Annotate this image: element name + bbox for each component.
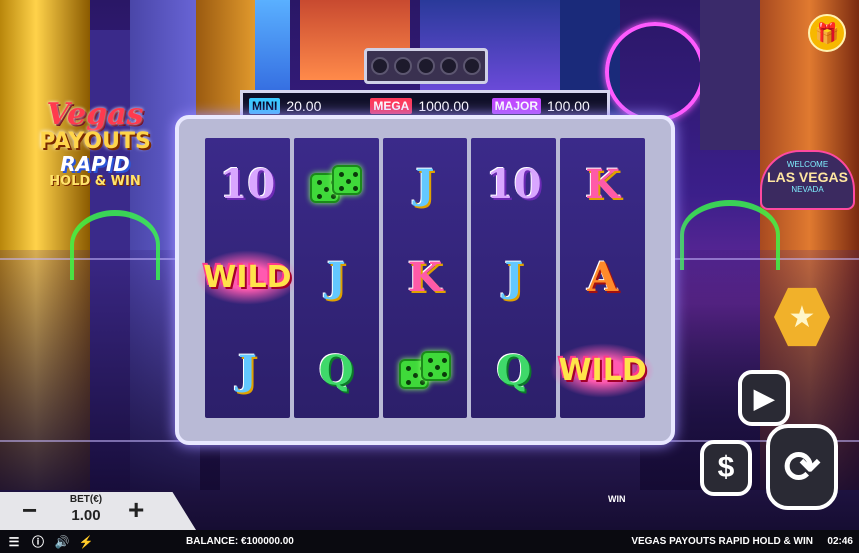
reel-symbol: J <box>383 138 468 231</box>
reel-symbol: WILD <box>195 231 300 324</box>
reel: K A WILD <box>550 138 655 418</box>
wild-symbol: WILD <box>195 250 300 305</box>
palm-tree-left <box>70 210 160 280</box>
jackpot-label: MEGA <box>370 98 413 114</box>
menu-icon[interactable]: ☰ <box>4 535 24 549</box>
turbo-icon[interactable]: ⚡ <box>76 535 96 549</box>
sign-sub: NEVADA <box>791 185 824 194</box>
reel-symbol: J <box>471 231 556 324</box>
jackpot-lights <box>364 48 488 84</box>
dollar-icon: $ <box>717 451 735 484</box>
spin-button[interactable]: ⟳ <box>766 424 838 510</box>
symbol-label: K <box>407 254 443 301</box>
dice-icon <box>306 163 366 207</box>
reel-symbol: Q <box>471 324 556 417</box>
jackpot-value: 1000.00 <box>418 98 469 114</box>
light <box>394 57 412 75</box>
dice-icon <box>395 349 455 393</box>
light <box>463 57 481 75</box>
reels-grid: 10 WILD J J Q J K 10 J Q K A WILD <box>195 138 655 418</box>
win-label: WIN <box>608 494 626 504</box>
symbol-label: J <box>326 254 346 301</box>
jackpot-value: 20.00 <box>286 98 322 114</box>
reel: JK <box>382 138 468 418</box>
light <box>417 57 435 75</box>
palm-tree-right <box>680 200 780 270</box>
ferris-wheel <box>605 22 705 122</box>
logo-line: RAPID <box>60 152 130 176</box>
reel-symbol: K <box>560 138 645 231</box>
sound-icon[interactable]: 🔊 <box>52 535 72 549</box>
info-icon[interactable]: ⓘ <box>28 533 48 550</box>
autoplay-button[interactable]: ▶ <box>738 370 790 426</box>
light <box>371 57 389 75</box>
game-logo: Vegas PAYOUTS RAPID HOLD & WIN <box>20 100 170 210</box>
symbol-label: J <box>415 161 435 208</box>
reel-symbol: WILD <box>550 324 655 417</box>
reel-symbol: A <box>560 231 645 324</box>
logo-line: HOLD & WIN <box>49 174 141 189</box>
bet-panel: − BET(€) 1.00 + <box>0 492 196 530</box>
cash-button[interactable]: $ <box>700 440 752 496</box>
jackpot-label: MINI <box>249 98 281 114</box>
reel-symbol: J <box>205 324 290 417</box>
reel-symbol <box>294 138 379 231</box>
symbol-label: A <box>587 254 619 301</box>
sign-welcome: WELCOME <box>786 160 829 169</box>
symbol-label: Q <box>318 347 354 394</box>
symbol-label: J <box>504 254 524 301</box>
bet-value: 1.00 <box>71 507 101 524</box>
reel-symbol <box>383 324 468 417</box>
symbol-label: 10 <box>485 161 542 208</box>
gift-icon[interactable]: 🎁 <box>808 14 846 52</box>
sign-main: LAS VEGAS <box>767 169 848 185</box>
bet-decrease-button[interactable]: − <box>22 497 37 523</box>
las-vegas-sign: WELCOME LAS VEGAS NEVADA <box>760 150 855 210</box>
symbol-label: J <box>237 347 257 394</box>
logo-line: PAYOUTS <box>39 129 151 154</box>
symbol-label: 10 <box>219 161 276 208</box>
wild-symbol: WILD <box>550 343 655 398</box>
reel-symbol: J <box>294 231 379 324</box>
bet-label: BET(€) <box>69 494 103 505</box>
jackpot-label: MAJOR <box>491 98 541 114</box>
game-name: VEGAS PAYOUTS RAPID HOLD & WIN <box>631 536 813 547</box>
spin-icon: ⟳ <box>783 442 821 492</box>
bet-increase-button[interactable]: + <box>128 496 144 524</box>
reel-symbol: 10 <box>205 138 290 231</box>
reel: 10 J Q <box>471 138 557 418</box>
balance: BALANCE: €100000.00 <box>186 536 294 547</box>
symbol-label: Q <box>496 347 532 394</box>
status-bar: ☰ ⓘ 🔊 ⚡ BALANCE: €100000.00 VEGAS PAYOUT… <box>0 530 859 553</box>
reel-symbol: 10 <box>471 138 556 231</box>
symbol-label: K <box>585 161 620 208</box>
reel: JQ <box>293 138 379 418</box>
jackpot-value: 100.00 <box>547 98 590 114</box>
light <box>440 57 458 75</box>
logo-line: Vegas <box>46 97 144 132</box>
play-icon: ▶ <box>754 382 774 413</box>
reel: 10 WILD J <box>195 138 300 418</box>
reel-symbol: Q <box>294 324 379 417</box>
clock: 02:46 <box>827 536 853 547</box>
reel-symbol: K <box>383 231 468 324</box>
